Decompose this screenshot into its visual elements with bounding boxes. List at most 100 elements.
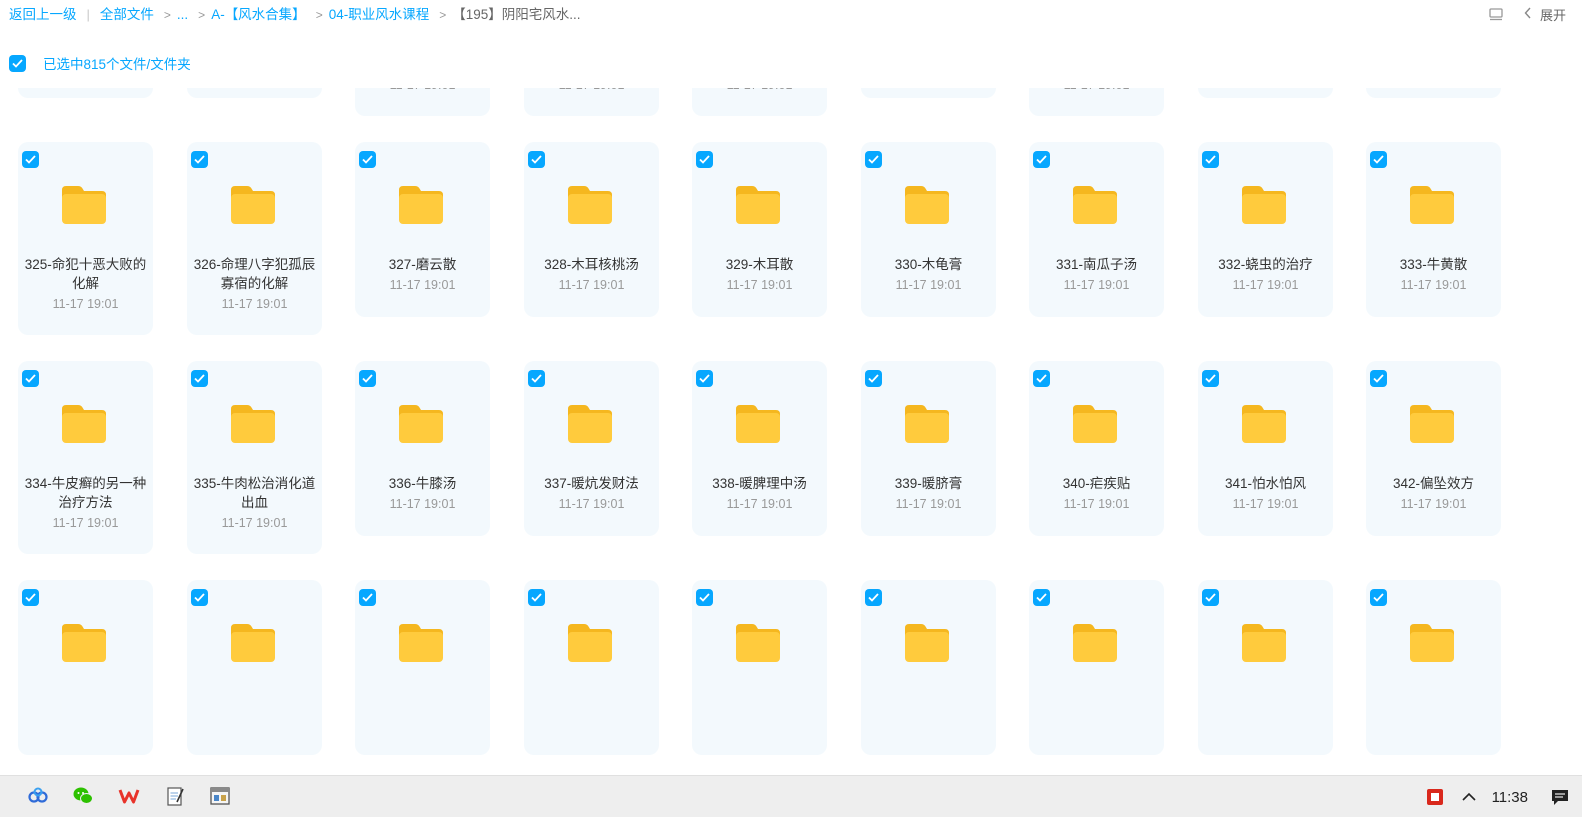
file-name[interactable]: 334-牛皮癣的另一种治疗方法 [24, 474, 147, 512]
file-name[interactable]: 340-疟疾贴 [1035, 474, 1158, 493]
file-card[interactable] [1366, 580, 1501, 755]
file-checkbox[interactable] [1370, 589, 1387, 606]
file-checkbox[interactable] [1033, 151, 1050, 168]
clock[interactable]: 11:38 [1492, 789, 1528, 806]
back-link[interactable]: 返回上一级 [9, 6, 77, 24]
file-checkbox[interactable] [1370, 370, 1387, 387]
baidu-netdisk-icon[interactable] [27, 785, 49, 807]
file-card[interactable]: 333-牛黄散 11-17 19:01 [1366, 142, 1501, 317]
file-name[interactable]: 337-暖炕发财法 [530, 474, 653, 493]
file-card[interactable]: 317-埋棺安坟咒11-17 19:01 [187, 88, 322, 98]
breadcrumb-ellipsis[interactable]: ... [177, 6, 188, 24]
file-checkbox[interactable] [696, 151, 713, 168]
file-card[interactable]: 342-偏坠效方 11-17 19:01 [1366, 361, 1501, 536]
file-card[interactable]: 338-暖脾理中汤 11-17 19:01 [692, 361, 827, 536]
file-name[interactable]: 332-蛲虫的治疗 [1204, 255, 1327, 274]
file-name[interactable]: 335-牛肉松治消化道出血 [193, 474, 316, 512]
file-card[interactable]: 316-埋儿煞11-17 19:01 [18, 88, 153, 98]
file-checkbox[interactable] [1202, 589, 1219, 606]
file-card[interactable]: 326-命理八字犯孤辰寡宿的化解 11-17 19:01 [187, 142, 322, 335]
file-card[interactable] [1198, 580, 1333, 755]
wechat-icon[interactable] [72, 785, 94, 807]
file-card[interactable]: 330-木龟膏 11-17 19:01 [861, 142, 996, 317]
file-checkbox[interactable] [22, 151, 39, 168]
file-card[interactable]: 327-磨云散 11-17 19:01 [355, 142, 490, 317]
file-card[interactable]: 337-暖炕发财法 11-17 19:01 [524, 361, 659, 536]
file-card[interactable] [187, 580, 322, 755]
chevron-right-icon: > [163, 8, 171, 22]
file-checkbox[interactable] [22, 370, 39, 387]
file-card[interactable] [524, 580, 659, 755]
wps-icon[interactable] [118, 785, 140, 807]
file-card[interactable] [1029, 580, 1164, 755]
file-card[interactable] [18, 580, 153, 755]
file-name[interactable]: 339-暖脐膏 [867, 474, 990, 493]
file-checkbox[interactable] [528, 370, 545, 387]
file-card[interactable] [692, 580, 827, 755]
file-checkbox[interactable] [865, 589, 882, 606]
notepad-icon[interactable] [164, 785, 186, 807]
file-name[interactable]: 328-木耳核桃汤 [530, 255, 653, 274]
file-checkbox[interactable] [359, 370, 376, 387]
file-card[interactable] [355, 580, 490, 755]
select-all-checkbox[interactable] [9, 54, 26, 72]
file-checkbox[interactable] [865, 151, 882, 168]
file-card[interactable]: 328-木耳核桃汤 11-17 19:01 [524, 142, 659, 317]
file-card[interactable] [861, 580, 996, 755]
input-method-icon[interactable] [1424, 786, 1446, 808]
breadcrumb-level2[interactable]: 04-职业风水课程 [329, 6, 430, 24]
file-checkbox[interactable] [528, 151, 545, 168]
file-checkbox[interactable] [359, 589, 376, 606]
file-card[interactable]: 319-埋葬逢金神七煞的化解11-17 19:01 [524, 88, 659, 116]
file-card[interactable]: 335-牛肉松治消化道出血 11-17 19:01 [187, 361, 322, 554]
file-name[interactable]: 341-怕水怕风 [1204, 474, 1327, 493]
file-card[interactable]: 324-明目清肺汤11-17 19:01 [1366, 88, 1501, 98]
list-view-icon[interactable] [1488, 7, 1504, 23]
file-card[interactable]: 332-蛲虫的治疗 11-17 19:01 [1198, 142, 1333, 317]
file-checkbox[interactable] [1370, 151, 1387, 168]
file-card[interactable]: 329-木耳散 11-17 19:01 [692, 142, 827, 317]
file-card[interactable]: 340-疟疾贴 11-17 19:01 [1029, 361, 1164, 536]
file-checkbox[interactable] [359, 151, 376, 168]
file-checkbox[interactable] [1202, 151, 1219, 168]
file-card[interactable]: 341-怕水怕风 11-17 19:01 [1198, 361, 1333, 536]
file-card[interactable]: 331-南瓜子汤 11-17 19:01 [1029, 142, 1164, 317]
file-name[interactable]: 325-命犯十恶大败的化解 [24, 255, 147, 293]
file-checkbox[interactable] [528, 589, 545, 606]
file-checkbox[interactable] [1033, 589, 1050, 606]
breadcrumb-level1[interactable]: A-【风水合集】 [211, 6, 306, 24]
file-date: 11-17 19:01 [1232, 278, 1299, 292]
file-name[interactable]: 342-偏坠效方 [1372, 474, 1495, 493]
file-checkbox[interactable] [22, 589, 39, 606]
chevron-up-icon[interactable] [1460, 788, 1478, 806]
file-name[interactable]: 326-命理八字犯孤辰寡宿的化解 [193, 255, 316, 293]
expand-button[interactable]: 展开 [1524, 5, 1566, 24]
breadcrumb-all-files[interactable]: 全部文件 [100, 6, 154, 24]
file-checkbox[interactable] [191, 589, 208, 606]
file-card[interactable]: 323-灭疥蛀子11-17 19:01 [1198, 88, 1333, 98]
file-card[interactable]: 325-命犯十恶大败的化解 11-17 19:01 [18, 142, 153, 335]
file-name[interactable]: 329-木耳散 [698, 255, 821, 274]
file-card[interactable]: 320-埋葬后不利后人的化解11-17 19:01 [692, 88, 827, 116]
file-manager-icon[interactable] [209, 785, 231, 807]
file-checkbox[interactable] [191, 370, 208, 387]
file-checkbox[interactable] [696, 370, 713, 387]
file-name[interactable]: 331-南瓜子汤 [1035, 255, 1158, 274]
file-name[interactable]: 330-木龟膏 [867, 255, 990, 274]
file-card[interactable]: 339-暖脐膏 11-17 19:01 [861, 361, 996, 536]
file-checkbox[interactable] [696, 589, 713, 606]
notification-icon[interactable] [1550, 787, 1570, 807]
file-checkbox[interactable] [1202, 370, 1219, 387]
file-card[interactable]: 321-麦枣汤11-17 19:01 [861, 88, 996, 98]
file-card[interactable]: 336-牛膝汤 11-17 19:01 [355, 361, 490, 536]
file-checkbox[interactable] [865, 370, 882, 387]
file-card[interactable]: 322-面部粉刺、疙瘩治疗11-17 19:01 [1029, 88, 1164, 116]
file-name[interactable]: 336-牛膝汤 [361, 474, 484, 493]
file-checkbox[interactable] [191, 151, 208, 168]
file-name[interactable]: 327-磨云散 [361, 255, 484, 274]
file-name[interactable]: 338-暖脾理中汤 [698, 474, 821, 493]
file-name[interactable]: 333-牛黄散 [1372, 255, 1495, 274]
file-card[interactable]: 334-牛皮癣的另一种治疗方法 11-17 19:01 [18, 361, 153, 554]
file-checkbox[interactable] [1033, 370, 1050, 387]
file-card[interactable]: 318-埋在别人旧穴上的化解11-17 19:01 [355, 88, 490, 116]
